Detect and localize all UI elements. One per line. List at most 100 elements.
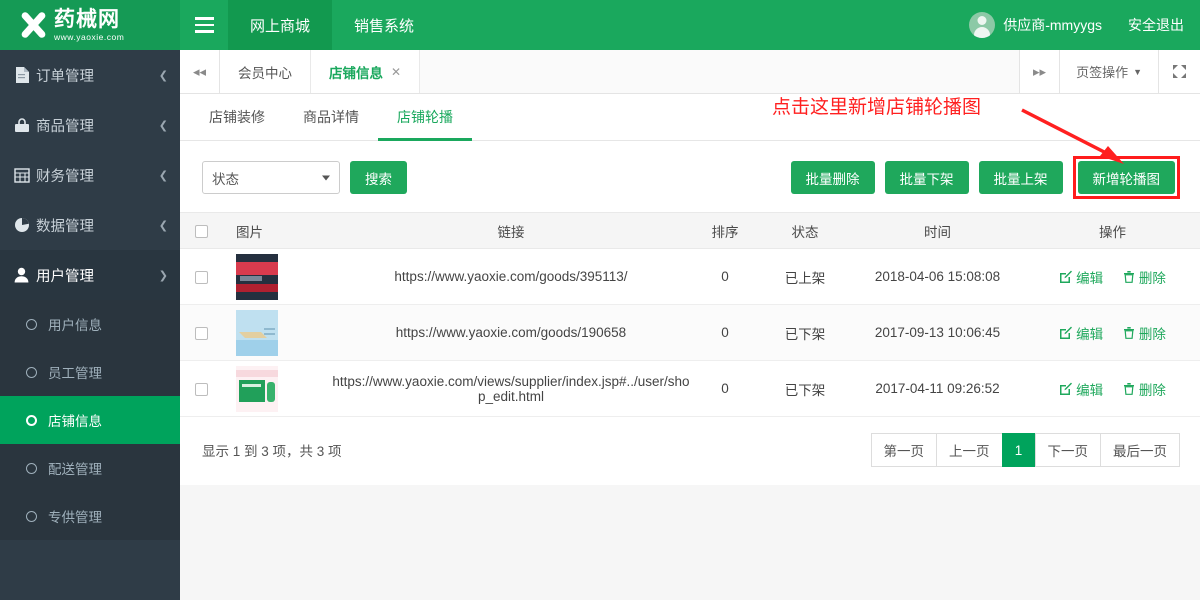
banner-table: 图片 链接 排序 状态 时间 操作 https://www.yaoxie.com… bbox=[180, 212, 1200, 417]
delete-label: 删除 bbox=[1138, 270, 1166, 286]
edit-label: 编辑 bbox=[1076, 270, 1104, 286]
double-chevron-left-icon[interactable]: ◂◂ bbox=[180, 50, 220, 93]
table-row[interactable]: https://www.yaoxie.com/goods/190658 0 已下… bbox=[180, 304, 1200, 361]
row-actions: 编辑 删除 bbox=[1025, 360, 1200, 417]
delete-label: 删除 bbox=[1138, 326, 1166, 342]
page-next-button[interactable]: 下一页 bbox=[1034, 433, 1101, 467]
subtab-shop-decoration[interactable]: 店铺装修 bbox=[190, 94, 284, 141]
delete-action[interactable]: 删除 bbox=[1123, 267, 1166, 287]
page-first-button[interactable]: 第一页 bbox=[870, 433, 937, 467]
close-icon[interactable]: ✕ bbox=[391, 65, 401, 79]
tab-operations-dropdown[interactable]: 页签操作 ▼ bbox=[1059, 50, 1158, 93]
status-select[interactable]: 状态 bbox=[202, 161, 340, 194]
subtab-product-detail[interactable]: 商品详情 bbox=[284, 94, 378, 141]
sidebar-item-orders[interactable]: 订单管理 ❮ bbox=[0, 50, 180, 100]
sidebar-subitem-user-info[interactable]: 用户信息 bbox=[0, 300, 180, 348]
nav-item-sales[interactable]: 销售系统 bbox=[332, 0, 436, 50]
topbar-right: 供应商-mmyygs 安全退出 bbox=[969, 0, 1200, 50]
row-link: https://www.yaoxie.com/goods/395113/ bbox=[332, 248, 690, 305]
table-row[interactable]: https://www.yaoxie.com/goods/395113/ 0 已… bbox=[180, 248, 1200, 305]
sidebar-subitem-shop-info[interactable]: 店铺信息 bbox=[0, 396, 180, 444]
chevron-left-icon: ❮ bbox=[158, 219, 168, 232]
row-checkbox[interactable] bbox=[194, 382, 208, 396]
row-thumb-cell bbox=[222, 360, 332, 417]
table-row[interactable]: https://www.yaoxie.com/views/supplier/in… bbox=[180, 360, 1200, 417]
sidebar-item-finance-label: 财务管理 bbox=[36, 168, 94, 185]
banner-thumbnail[interactable] bbox=[236, 253, 278, 300]
batch-delete-button[interactable]: 批量删除 bbox=[790, 161, 875, 194]
double-chevron-right-icon[interactable]: ▸▸ bbox=[1019, 50, 1060, 93]
caret-down-icon bbox=[322, 175, 330, 180]
add-banner-highlight: 新增轮播图 bbox=[1072, 156, 1181, 199]
page-last-button[interactable]: 最后一页 bbox=[1100, 433, 1180, 467]
delete-action[interactable]: 删除 bbox=[1123, 323, 1166, 343]
status-select-value: 状态 bbox=[212, 171, 239, 187]
brand-logo[interactable]: 药械网 www.yaoxie.com bbox=[0, 0, 180, 50]
row-checkbox-cell bbox=[180, 360, 222, 417]
trash-icon bbox=[1123, 327, 1134, 339]
fullscreen-icon[interactable] bbox=[1158, 50, 1200, 93]
search-button[interactable]: 搜索 bbox=[350, 161, 407, 194]
table-header-row: 图片 链接 排序 状态 时间 操作 bbox=[180, 212, 1200, 249]
circle-icon bbox=[26, 510, 37, 522]
pencil-square-icon bbox=[1060, 326, 1073, 339]
logout-button[interactable]: 安全退出 bbox=[1128, 15, 1184, 35]
delete-action[interactable]: 删除 bbox=[1123, 379, 1166, 399]
table-footer: 显示 1 到 3 项，共 3 项 第一页 上一页 1 下一页 最后一页 bbox=[180, 417, 1200, 485]
nav-item-sales-label: 销售系统 bbox=[354, 17, 415, 35]
select-all-checkbox[interactable] bbox=[194, 224, 208, 238]
row-checkbox[interactable] bbox=[194, 326, 208, 340]
banner-thumbnail[interactable] bbox=[236, 309, 278, 356]
page-number-1[interactable]: 1 bbox=[1001, 433, 1036, 467]
row-checkbox[interactable] bbox=[194, 270, 208, 284]
sidebar-item-finance[interactable]: 财务管理 ❮ bbox=[0, 150, 180, 200]
user-avatar-icon bbox=[969, 12, 996, 38]
user-name: 供应商-mmyygs bbox=[1003, 17, 1102, 33]
tab-operations-label: 页签操作 bbox=[1076, 65, 1129, 80]
sidebar-subitem-user-info-label: 用户信息 bbox=[48, 318, 102, 333]
document-icon bbox=[14, 67, 36, 83]
hamburger-icon[interactable] bbox=[180, 0, 228, 50]
batch-onshelf-button[interactable]: 批量上架 bbox=[978, 161, 1063, 194]
sidebar-subitem-staff[interactable]: 员工管理 bbox=[0, 348, 180, 396]
row-sort: 0 bbox=[690, 304, 760, 361]
nav-item-mall[interactable]: 网上商城 bbox=[228, 0, 333, 50]
row-status: 已上架 bbox=[760, 248, 850, 305]
bag-icon bbox=[14, 117, 36, 133]
row-actions: 编辑 删除 bbox=[1025, 304, 1200, 361]
edit-label: 编辑 bbox=[1076, 326, 1104, 342]
add-banner-button[interactable]: 新增轮播图 bbox=[1077, 161, 1175, 194]
edit-action[interactable]: 编辑 bbox=[1059, 323, 1103, 343]
sidebar-subitem-exclusive[interactable]: 专供管理 bbox=[0, 492, 180, 540]
user-menu[interactable]: 供应商-mmyygs bbox=[969, 12, 1102, 38]
sidebar-subitem-delivery[interactable]: 配送管理 bbox=[0, 444, 180, 492]
banner-thumbnail[interactable] bbox=[236, 365, 278, 412]
record-count-info: 显示 1 到 3 项，共 3 项 bbox=[202, 444, 342, 459]
row-link: https://www.yaoxie.com/views/supplier/in… bbox=[332, 360, 690, 417]
header-select-all bbox=[180, 212, 222, 249]
pencil-square-icon bbox=[1060, 270, 1073, 283]
tab-shop-info[interactable]: 店铺信息 ✕ bbox=[311, 50, 421, 93]
brand-url: www.yaoxie.com bbox=[54, 31, 125, 42]
header-time: 时间 bbox=[850, 212, 1025, 249]
pie-chart-icon bbox=[14, 217, 36, 233]
row-checkbox-cell bbox=[180, 304, 222, 361]
header-sort: 排序 bbox=[690, 212, 760, 249]
page-prev-button[interactable]: 上一页 bbox=[936, 433, 1003, 467]
tab-member-center[interactable]: 会员中心 bbox=[220, 50, 311, 93]
table-body: https://www.yaoxie.com/goods/395113/ 0 已… bbox=[180, 248, 1200, 417]
header-image: 图片 bbox=[222, 212, 332, 249]
action-button-group: 批量删除 批量下架 批量上架 新增轮播图 bbox=[790, 156, 1181, 199]
chevron-left-icon: ❮ bbox=[158, 69, 168, 82]
edit-action[interactable]: 编辑 bbox=[1059, 267, 1103, 287]
chevron-down-icon: ❯ bbox=[158, 269, 168, 282]
subtab-shop-carousel[interactable]: 店铺轮播 bbox=[378, 94, 472, 141]
chevron-left-icon: ❮ bbox=[158, 169, 168, 182]
batch-offshelf-button[interactable]: 批量下架 bbox=[884, 161, 969, 194]
trash-icon bbox=[1123, 383, 1134, 395]
sidebar-item-users[interactable]: 用户管理 ❯ bbox=[0, 250, 180, 300]
sidebar-item-products[interactable]: 商品管理 ❮ bbox=[0, 100, 180, 150]
sidebar-item-data[interactable]: 数据管理 ❮ bbox=[0, 200, 180, 250]
edit-action[interactable]: 编辑 bbox=[1059, 379, 1103, 399]
sidebar-submenu: 用户信息 员工管理 店铺信息 配送管理 专供管理 bbox=[0, 300, 180, 540]
